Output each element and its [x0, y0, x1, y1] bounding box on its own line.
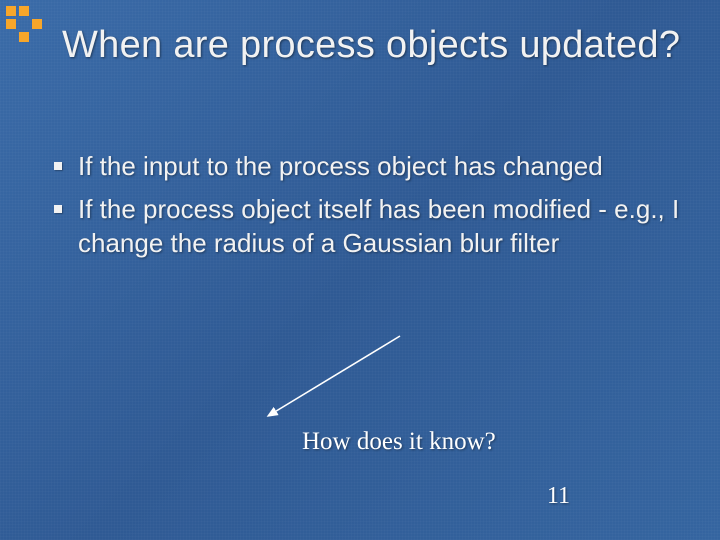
bullet-text: If the input to the process object has c… — [78, 150, 680, 183]
corner-logo — [6, 6, 42, 42]
bullet-item: If the input to the process object has c… — [54, 150, 680, 183]
slide-body: If the input to the process object has c… — [54, 150, 680, 270]
arrow-icon — [240, 332, 440, 432]
bullet-marker-icon — [54, 205, 62, 213]
slide-title: When are process objects updated? — [62, 24, 700, 68]
bullet-item: If the process object itself has been mo… — [54, 193, 680, 260]
bullet-text: If the process object itself has been mo… — [78, 193, 680, 260]
annotation-text: How does it know? — [302, 428, 496, 456]
bullet-marker-icon — [54, 162, 62, 170]
page-number: 11 — [547, 483, 570, 510]
